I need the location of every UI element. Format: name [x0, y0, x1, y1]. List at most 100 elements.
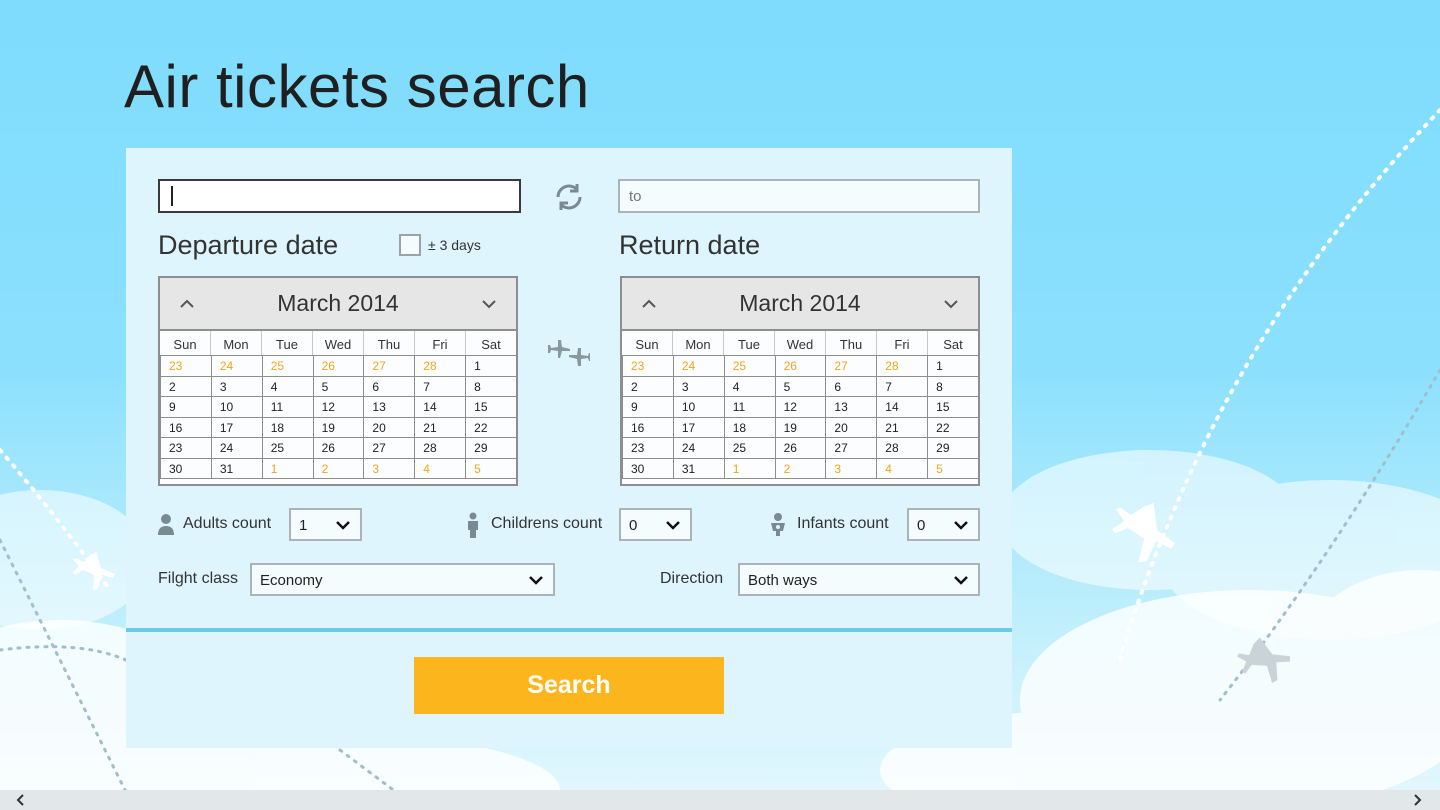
to-city-input[interactable] — [618, 179, 980, 213]
calendar-day[interactable]: 21 — [414, 416, 467, 438]
calendar-day[interactable]: 23 — [622, 437, 674, 459]
swap-cities-button[interactable] — [550, 178, 588, 216]
calendar-day[interactable]: 19 — [312, 416, 365, 438]
calendar-day[interactable]: 22 — [927, 416, 979, 438]
calendar-day[interactable]: 15 — [465, 396, 517, 418]
calendar-day-adjacent-month[interactable]: 5 — [927, 457, 979, 479]
calendar-day[interactable]: 21 — [876, 416, 929, 438]
search-button[interactable]: Search — [414, 657, 724, 714]
calendar-day-adjacent-month[interactable]: 2 — [774, 457, 827, 479]
calendar-day[interactable]: 22 — [465, 416, 517, 438]
adults-count-select[interactable]: 1 — [289, 508, 362, 541]
calendar-day-adjacent-month[interactable]: 1 — [261, 457, 314, 479]
calendar-day[interactable]: 24 — [672, 437, 725, 459]
calendar-day[interactable]: 11 — [723, 396, 776, 418]
calendar-day[interactable]: 27 — [363, 437, 416, 459]
calendar-day[interactable]: 2 — [160, 375, 212, 397]
calendar-day-adjacent-month[interactable]: 24 — [672, 355, 725, 377]
calendar-day[interactable]: 19 — [774, 416, 827, 438]
calendar-day[interactable]: 7 — [414, 375, 467, 397]
calendar-day[interactable]: 14 — [414, 396, 467, 418]
calendar-day[interactable]: 12 — [312, 396, 365, 418]
calendar-day[interactable]: 12 — [774, 396, 827, 418]
horizontal-scrollbar[interactable] — [0, 790, 1440, 810]
calendar-day[interactable]: 1 — [927, 355, 979, 377]
calendar-day-adjacent-month[interactable]: 28 — [876, 355, 929, 377]
calendar-day[interactable]: 29 — [465, 437, 517, 459]
calendar-day[interactable]: 13 — [825, 396, 878, 418]
flex-days-checkbox[interactable] — [399, 234, 421, 256]
calendar-day[interactable]: 26 — [312, 437, 365, 459]
calendar-day-adjacent-month[interactable]: 27 — [825, 355, 878, 377]
calendar-day[interactable]: 20 — [363, 416, 416, 438]
calendar-day[interactable]: 6 — [825, 375, 878, 397]
calendar-day[interactable]: 30 — [160, 457, 212, 479]
calendar-day[interactable]: 30 — [622, 457, 674, 479]
calendar-day[interactable]: 8 — [465, 375, 517, 397]
next-month-button[interactable] — [942, 295, 960, 313]
calendar-day-adjacent-month[interactable]: 23 — [622, 355, 674, 377]
calendar-day[interactable]: 26 — [774, 437, 827, 459]
calendar-day[interactable]: 31 — [210, 457, 263, 479]
calendar-day[interactable]: 10 — [672, 396, 725, 418]
calendar-day[interactable]: 31 — [672, 457, 725, 479]
calendar-day[interactable]: 1 — [465, 355, 517, 377]
calendar-day-adjacent-month[interactable]: 4 — [876, 457, 929, 479]
calendar-day-adjacent-month[interactable]: 27 — [363, 355, 416, 377]
calendar-day[interactable]: 4 — [261, 375, 314, 397]
calendar-day[interactable]: 10 — [210, 396, 263, 418]
infants-count-select[interactable]: 0 — [907, 508, 980, 541]
calendar-day[interactable]: 5 — [312, 375, 365, 397]
calendar-day[interactable]: 25 — [723, 437, 776, 459]
calendar-day-adjacent-month[interactable]: 3 — [825, 457, 878, 479]
calendar-day[interactable]: 15 — [927, 396, 979, 418]
calendar-day[interactable]: 13 — [363, 396, 416, 418]
weekday-label: Tue — [724, 331, 775, 355]
flight-class-select[interactable]: Economy — [250, 563, 555, 596]
calendar-day-adjacent-month[interactable]: 28 — [414, 355, 467, 377]
direction-select[interactable]: Both ways — [738, 563, 980, 596]
calendar-day[interactable]: 17 — [672, 416, 725, 438]
calendar-day[interactable]: 16 — [622, 416, 674, 438]
calendar-day[interactable]: 3 — [672, 375, 725, 397]
calendar-day-adjacent-month[interactable]: 25 — [261, 355, 314, 377]
calendar-day-adjacent-month[interactable]: 1 — [723, 457, 776, 479]
calendar-day[interactable]: 9 — [622, 396, 674, 418]
from-city-input[interactable] — [158, 179, 521, 213]
calendar-day[interactable]: 18 — [261, 416, 314, 438]
calendar-day[interactable]: 3 — [210, 375, 263, 397]
calendar-day[interactable]: 29 — [927, 437, 979, 459]
calendar-day[interactable]: 14 — [876, 396, 929, 418]
calendar-day-adjacent-month[interactable]: 23 — [160, 355, 212, 377]
calendar-day-adjacent-month[interactable]: 25 — [723, 355, 776, 377]
calendar-day[interactable]: 27 — [825, 437, 878, 459]
calendar-day[interactable]: 9 — [160, 396, 212, 418]
calendar-day-adjacent-month[interactable]: 26 — [774, 355, 827, 377]
next-month-button[interactable] — [480, 295, 498, 313]
calendar-day[interactable]: 23 — [160, 437, 212, 459]
calendar-day[interactable]: 11 — [261, 396, 314, 418]
calendar-day[interactable]: 4 — [723, 375, 776, 397]
calendar-day-adjacent-month[interactable]: 3 — [363, 457, 416, 479]
calendar-day-adjacent-month[interactable]: 26 — [312, 355, 365, 377]
calendar-day[interactable]: 25 — [261, 437, 314, 459]
calendar-day[interactable]: 24 — [210, 437, 263, 459]
calendar-day[interactable]: 8 — [927, 375, 979, 397]
calendar-day-adjacent-month[interactable]: 5 — [465, 457, 517, 479]
childrens-count-select[interactable]: 0 — [619, 508, 692, 541]
calendar-day-adjacent-month[interactable]: 2 — [312, 457, 365, 479]
scroll-right-icon[interactable] — [1410, 793, 1424, 807]
calendar-day-adjacent-month[interactable]: 24 — [210, 355, 263, 377]
calendar-day[interactable]: 16 — [160, 416, 212, 438]
calendar-day[interactable]: 28 — [414, 437, 467, 459]
calendar-day[interactable]: 2 — [622, 375, 674, 397]
calendar-day[interactable]: 6 — [363, 375, 416, 397]
scroll-left-icon[interactable] — [14, 793, 28, 807]
calendar-day[interactable]: 28 — [876, 437, 929, 459]
calendar-day[interactable]: 7 — [876, 375, 929, 397]
calendar-day[interactable]: 17 — [210, 416, 263, 438]
calendar-day[interactable]: 5 — [774, 375, 827, 397]
calendar-day[interactable]: 20 — [825, 416, 878, 438]
calendar-day-adjacent-month[interactable]: 4 — [414, 457, 467, 479]
calendar-day[interactable]: 18 — [723, 416, 776, 438]
